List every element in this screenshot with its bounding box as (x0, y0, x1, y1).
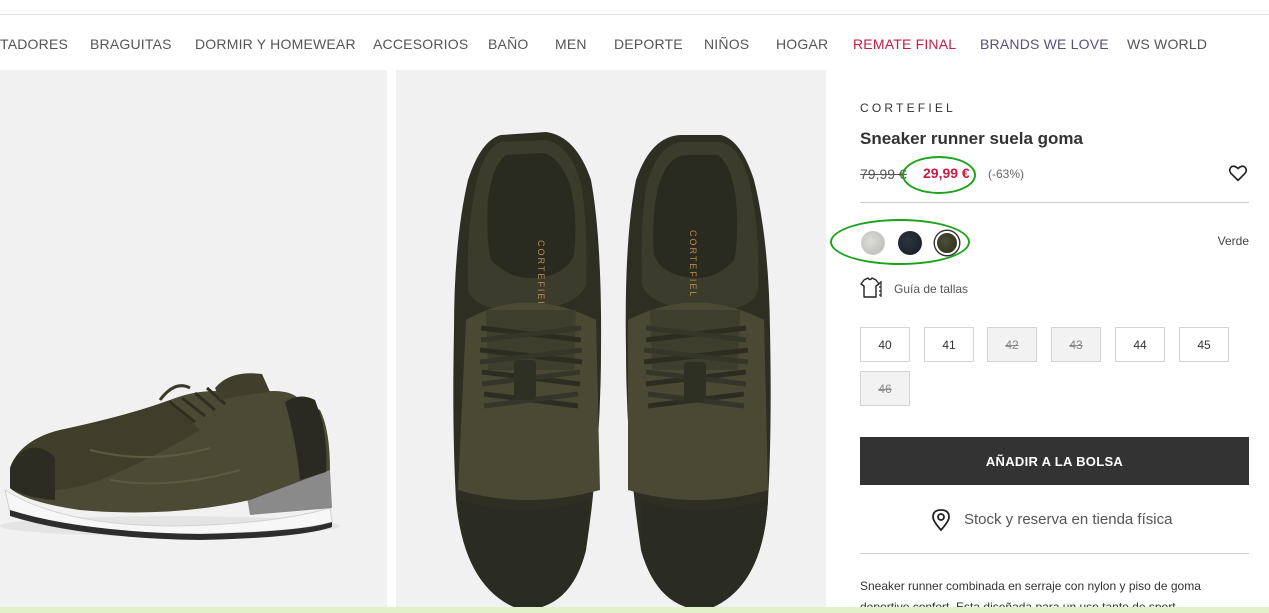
product-brand[interactable]: CORTEFIEL (860, 101, 956, 115)
price-highlight-annotation (902, 156, 976, 194)
color-selector: Verde (830, 219, 1249, 265)
nav-item-hogar[interactable]: HOGAR (776, 36, 828, 52)
size-guide-label: Guía de tallas (894, 282, 969, 296)
svg-text:CORTEFIEL: CORTEFIEL (688, 230, 698, 298)
product-image-top[interactable]: CORTEFIEL CORTEFIEL (396, 70, 826, 613)
shirt-ruler-icon (860, 277, 882, 298)
store-stock-label: Stock y reserva en tienda física (964, 511, 1173, 528)
nav-item-bano[interactable]: BAÑO (488, 36, 528, 52)
nav-item-ws-world[interactable]: WS WORLD (1127, 36, 1207, 52)
nav-item-braguitas[interactable]: BRAGUITAS (90, 36, 172, 52)
store-stock-link[interactable]: Stock y reserva en tienda física (930, 508, 1210, 532)
header-divider (0, 14, 1269, 15)
heart-icon[interactable] (1228, 164, 1248, 182)
size-option-46[interactable]: 46 (860, 371, 910, 406)
swatch-highlight-annotation (830, 219, 970, 265)
price-row: 79,99 € 29,99 € (-63%) (860, 156, 1249, 194)
nav-item-brands-we-love[interactable]: BRANDS WE LOVE (980, 36, 1109, 52)
size-option-40[interactable]: 40 (860, 327, 910, 362)
nav-item-ninos[interactable]: NIÑOS (704, 36, 749, 52)
main-navigation: TADORES BRAGUITAS DORMIR Y HOMEWEAR ACCE… (0, 36, 1269, 56)
discount-badge: (-63%) (988, 167, 1025, 181)
sneaker-side-photo (0, 373, 340, 540)
size-option-41[interactable]: 41 (924, 327, 974, 362)
divider (860, 553, 1249, 554)
nav-item-remate-final[interactable]: REMATE FINAL (853, 36, 956, 52)
location-pin-icon (932, 509, 950, 532)
product-image-side[interactable] (0, 70, 387, 613)
size-option-45[interactable]: 45 (1179, 327, 1229, 362)
selected-color-name: Verde (1217, 234, 1249, 248)
add-to-bag-button[interactable]: AÑADIR A LA BOLSA (860, 437, 1249, 485)
product-title: Sneaker runner suela goma (860, 129, 1083, 148)
nav-item-tadores[interactable]: TADORES (0, 36, 68, 52)
nav-item-accesorios[interactable]: ACCESORIOS (373, 36, 468, 52)
insole-brand-text: CORTEFIEL (536, 240, 546, 308)
size-option-44[interactable]: 44 (1115, 327, 1165, 362)
size-selector: 40 41 42 43 44 45 46 (860, 327, 1249, 407)
nav-item-deporte[interactable]: DEPORTE (614, 36, 683, 52)
original-price: 79,99 € (860, 166, 907, 182)
sneaker-top-photo: CORTEFIEL CORTEFIEL (453, 132, 771, 610)
size-option-42[interactable]: 42 (987, 327, 1037, 362)
bottom-banner-strip (0, 607, 1269, 613)
nav-item-men[interactable]: MEN (555, 36, 587, 52)
nav-item-dormir-y-homewear[interactable]: DORMIR Y HOMEWEAR (195, 36, 356, 52)
size-guide-link[interactable]: Guía de tallas (860, 277, 1160, 299)
divider (860, 202, 1249, 203)
size-option-43[interactable]: 43 (1051, 327, 1101, 362)
